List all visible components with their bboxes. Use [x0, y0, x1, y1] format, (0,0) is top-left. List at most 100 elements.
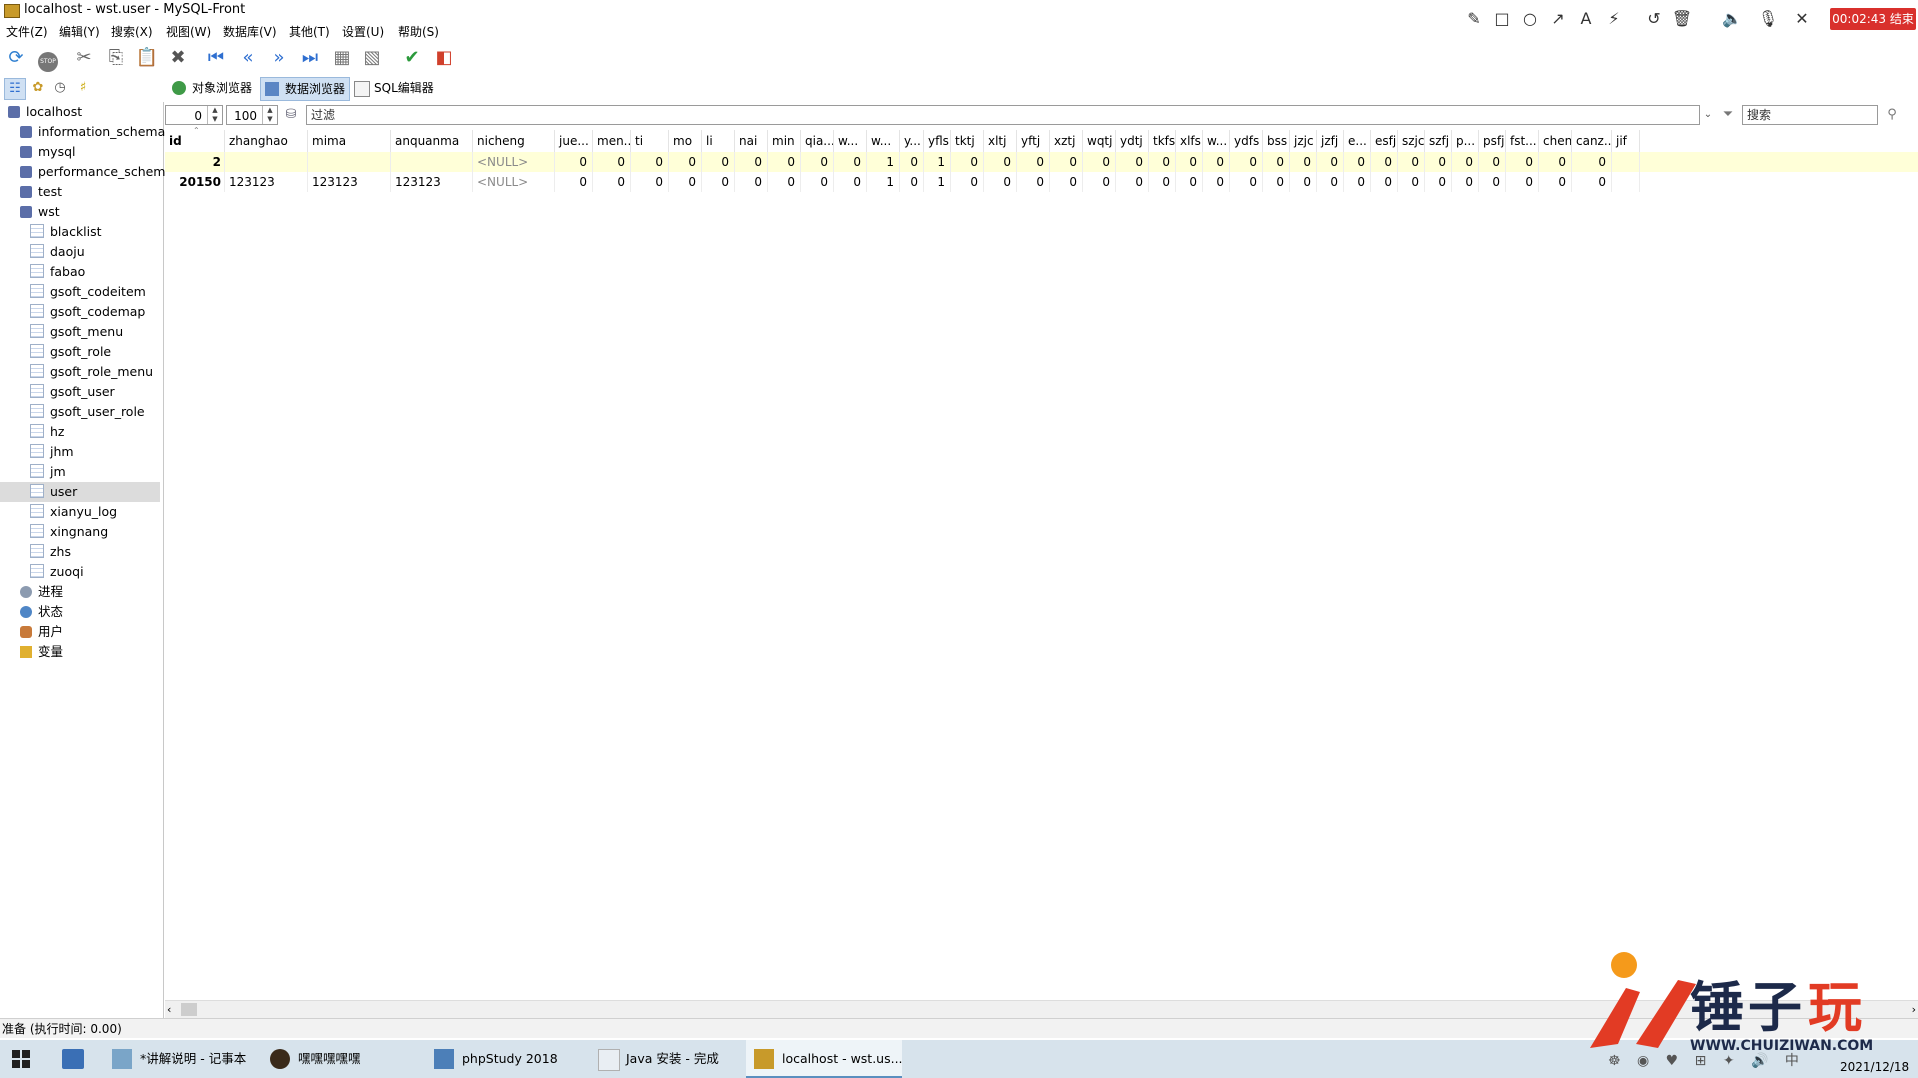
menu-search[interactable]: 搜索(X): [111, 23, 153, 40]
menu-settings[interactable]: 设置(U): [342, 23, 384, 40]
windows-start-icon[interactable]: [12, 1050, 30, 1068]
table-cell[interactable]: 0: [951, 152, 984, 172]
table-cell[interactable]: 0: [984, 172, 1017, 192]
column-header[interactable]: li: [702, 130, 735, 152]
table-cell[interactable]: 0: [834, 152, 867, 172]
taskbar-item-notepad[interactable]: *讲解说明 - 记事本: [104, 1040, 254, 1078]
table-cell[interactable]: 0: [1083, 152, 1116, 172]
column-header[interactable]: xztj: [1050, 130, 1083, 152]
table-cell[interactable]: 0: [1371, 172, 1398, 192]
menu-file[interactable]: 文件(Z): [6, 23, 48, 40]
table-cell[interactable]: 0: [1572, 152, 1612, 172]
table-cell[interactable]: 123123: [308, 172, 391, 192]
table-cell[interactable]: 0: [669, 172, 702, 192]
pinned-app-icon[interactable]: [62, 1049, 84, 1069]
column-header[interactable]: qia...: [801, 130, 834, 152]
tree-item-table[interactable]: xingnang: [30, 522, 108, 542]
table-cell[interactable]: 0: [735, 172, 768, 192]
post-changes-icon[interactable]: ✔: [400, 46, 424, 70]
tree-item-table[interactable]: gsoft_menu: [30, 322, 123, 342]
offset-stepper[interactable]: 0 ▲ ▼: [165, 105, 223, 125]
tree-item-processes[interactable]: 进程: [20, 582, 63, 602]
table-cell[interactable]: 0: [1116, 172, 1149, 192]
taskbar-item-phpstudy[interactable]: phpStudy 2018: [426, 1040, 586, 1078]
table-cell[interactable]: 0: [834, 172, 867, 192]
table-cell[interactable]: 0: [1539, 152, 1572, 172]
table-cell[interactable]: 0: [1425, 172, 1452, 192]
table-cell[interactable]: 0: [1017, 152, 1050, 172]
tree-item-variables[interactable]: 变量: [20, 642, 63, 662]
table-cell[interactable]: 0: [1230, 172, 1263, 192]
column-header[interactable]: y...: [900, 130, 924, 152]
column-header[interactable]: tktj: [951, 130, 984, 152]
scroll-left-icon[interactable]: ‹: [167, 1001, 171, 1018]
column-header[interactable]: jif: [1612, 130, 1640, 152]
table-cell[interactable]: [1612, 172, 1640, 192]
table-cell[interactable]: 0: [735, 152, 768, 172]
table-cell[interactable]: 0: [1050, 152, 1083, 172]
column-header[interactable]: szjc: [1398, 130, 1425, 152]
delete-icon[interactable]: ✖: [166, 46, 190, 70]
tree-item-table[interactable]: daoju: [30, 242, 85, 262]
table-cell[interactable]: 0: [1572, 172, 1612, 192]
table-cell[interactable]: 1: [867, 172, 900, 192]
column-header[interactable]: min: [768, 130, 801, 152]
refresh-icon[interactable]: ⟳: [4, 46, 28, 70]
table-cell[interactable]: 0: [768, 172, 801, 192]
taskbar-item-chat[interactable]: 嘿嘿嘿嘿嘿: [262, 1040, 422, 1078]
column-header[interactable]: tkfs: [1149, 130, 1176, 152]
filter-dropdown-chevron-icon[interactable]: ⌄: [1698, 105, 1718, 125]
column-header[interactable]: nai: [735, 130, 768, 152]
tree-item-table[interactable]: zuoqi: [30, 562, 84, 582]
table-cell[interactable]: 0: [1263, 152, 1290, 172]
table-cell[interactable]: [225, 152, 308, 172]
delete-row-icon[interactable]: ▧: [360, 46, 384, 70]
column-header[interactable]: w...: [1203, 130, 1230, 152]
table-cell[interactable]: 0: [1398, 172, 1425, 192]
column-header[interactable]: fst...: [1506, 130, 1539, 152]
tree-item-table[interactable]: hz: [30, 422, 64, 442]
tree-item-table[interactable]: gsoft_role: [30, 342, 111, 362]
column-header[interactable]: wqtj: [1083, 130, 1116, 152]
table-cell[interactable]: 123123: [225, 172, 308, 192]
tab-object-browser[interactable]: 对象浏览器: [168, 77, 256, 99]
column-header[interactable]: psfj: [1479, 130, 1506, 152]
tree-item-table[interactable]: jhm: [30, 442, 74, 462]
table-cell[interactable]: 2: [165, 152, 225, 172]
column-header[interactable]: nicheng: [473, 130, 555, 152]
tree-item-database[interactable]: mysql: [20, 142, 76, 162]
table-cell[interactable]: 0: [1506, 172, 1539, 192]
last-record-icon[interactable]: ⏭: [298, 46, 322, 70]
tree-item-table[interactable]: jm: [30, 462, 66, 482]
tree-item-database[interactable]: information_schema: [20, 122, 165, 142]
table-cell[interactable]: <NULL>: [473, 152, 555, 172]
column-header[interactable]: jzjc: [1290, 130, 1317, 152]
table-cell[interactable]: 1: [924, 172, 951, 192]
tree-item-table[interactable]: gsoft_user: [30, 382, 115, 402]
search-input[interactable]: 搜索: [1742, 105, 1878, 125]
table-cell[interactable]: 1: [924, 152, 951, 172]
table-cell[interactable]: 0: [1149, 172, 1176, 192]
table-cell[interactable]: 0: [1176, 172, 1203, 192]
tree-item-localhost[interactable]: localhost: [8, 102, 82, 122]
table-cell[interactable]: 0: [1539, 172, 1572, 192]
table-cell[interactable]: 0: [593, 152, 631, 172]
table-cell[interactable]: 20150: [165, 172, 225, 192]
table-cell[interactable]: 0: [768, 152, 801, 172]
column-header[interactable]: bss: [1263, 130, 1290, 152]
column-header[interactable]: yftj: [1017, 130, 1050, 152]
limit-stepper[interactable]: 100 ▲ ▼: [226, 105, 278, 125]
table-cell[interactable]: 0: [1317, 152, 1344, 172]
cut-icon[interactable]: ✂: [72, 46, 96, 70]
tree-view-icon[interactable]: ☷: [4, 78, 26, 100]
table-cell[interactable]: 0: [1263, 172, 1290, 192]
table-cell[interactable]: 0: [1290, 172, 1317, 192]
table-cell[interactable]: 0: [669, 152, 702, 172]
paste-icon[interactable]: 📋: [135, 46, 159, 70]
column-header[interactable]: chen...: [1539, 130, 1572, 152]
table-cell[interactable]: 0: [631, 172, 669, 192]
tree-item-table[interactable]: gsoft_role_menu: [30, 362, 153, 382]
column-header[interactable]: men...: [593, 130, 631, 152]
menu-other[interactable]: 其他(T): [289, 23, 330, 40]
table-cell[interactable]: 0: [1176, 152, 1203, 172]
